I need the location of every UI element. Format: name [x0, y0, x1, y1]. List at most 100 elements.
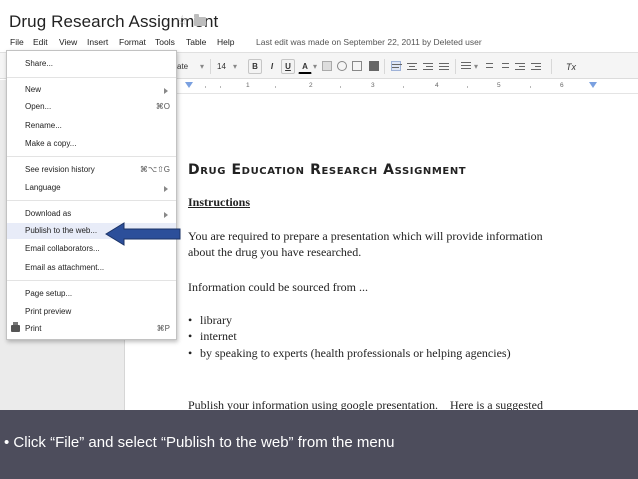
list-item: library [188, 313, 232, 328]
underline-button[interactable]: U [281, 59, 295, 74]
menu-help[interactable]: Help [217, 37, 234, 47]
ruler-tick [403, 86, 404, 88]
title-bar: Drug Research Assignment ☆ [0, 0, 638, 34]
file-menu-dropdown: Share... New Open... ⌘O Rename... Make a… [6, 50, 177, 340]
caption-text: Click “File” and select “Publish to the … [4, 434, 394, 451]
ruler-tick [340, 86, 341, 88]
menu-item-make-copy[interactable]: Make a copy... [7, 136, 176, 152]
folder-icon[interactable] [194, 14, 206, 26]
toolbar-separator [551, 59, 552, 74]
clear-formatting-icon[interactable]: Tx [566, 62, 576, 72]
ruler-number: 5 [497, 82, 501, 89]
menu-item-label: See revision history [25, 165, 95, 174]
menu-divider [7, 77, 176, 78]
italic-button[interactable]: I [265, 59, 279, 74]
numbered-list-icon[interactable] [483, 61, 493, 71]
menu-edit[interactable]: Edit [33, 37, 48, 47]
menu-item-new[interactable]: New [7, 82, 176, 98]
line-spacing-icon[interactable] [461, 61, 471, 71]
submenu-arrow-icon [164, 88, 168, 94]
menu-divider [7, 156, 176, 157]
menu-item-email-attachment[interactable]: Email as attachment... [7, 260, 176, 276]
ruler-number: 4 [435, 82, 439, 89]
bulleted-list-icon[interactable] [499, 61, 509, 71]
list-item: internet [188, 329, 237, 344]
style-dropdown-icon[interactable]: ▾ [200, 62, 204, 71]
pointer-arrow-icon [105, 222, 181, 246]
document-heading: Drug Education Research Assignment [188, 162, 467, 178]
paragraph-line: You are required to prepare a presentati… [188, 229, 543, 243]
toolbar-separator [455, 59, 456, 74]
menu-item-label: Rename... [25, 121, 62, 130]
last-edit-status[interactable]: Last edit was made on September 22, 2011… [256, 37, 482, 47]
text-color-dropdown-icon[interactable]: ▾ [313, 62, 317, 71]
menu-item-label: Download as [25, 209, 72, 218]
bold-button[interactable]: B [248, 59, 262, 74]
font-size-select[interactable]: 14 [217, 62, 226, 71]
menu-item-shortcut: ⌘⌥⇧G [139, 165, 170, 174]
menu-item-label: New [25, 85, 42, 94]
left-indent-marker[interactable] [185, 82, 193, 88]
comment-icon[interactable] [352, 61, 362, 71]
ruler-tick [205, 86, 206, 88]
menu-tools[interactable]: Tools [155, 37, 175, 47]
ruler-tick [275, 86, 276, 88]
decrease-indent-icon[interactable] [515, 61, 525, 71]
font-size-dropdown-icon[interactable]: ▾ [233, 62, 237, 71]
menu-item-print-preview[interactable]: Print preview [7, 304, 176, 320]
menu-item-label: Language [25, 183, 61, 192]
paragraph: Information could be sourced from ... [188, 280, 368, 294]
text-color-button[interactable]: A [298, 59, 312, 74]
menu-item-page-setup[interactable]: Page setup... [7, 286, 176, 302]
align-center-icon[interactable] [407, 61, 417, 71]
printer-icon [11, 322, 20, 332]
menu-item-label: Email collaborators... [25, 244, 100, 253]
align-justify-icon[interactable] [439, 61, 449, 71]
menu-item-rename[interactable]: Rename... [7, 118, 176, 134]
menu-file[interactable]: File [10, 37, 24, 47]
style-select[interactable]: ate [177, 62, 188, 71]
instruction-caption: Click “File” and select “Publish to the … [0, 410, 638, 479]
ruler-number: 3 [371, 82, 375, 89]
align-left-icon[interactable] [391, 61, 402, 71]
submenu-arrow-icon [164, 186, 168, 192]
menu-item-label: Email as attachment... [25, 263, 105, 272]
menu-item-share[interactable]: Share... [7, 56, 176, 72]
increase-indent-icon[interactable] [531, 61, 541, 71]
menu-item-open[interactable]: Open... ⌘O [7, 99, 176, 115]
link-icon[interactable] [337, 61, 347, 71]
menu-divider [7, 280, 176, 281]
toolbar-separator [210, 59, 211, 74]
star-icon[interactable]: ☆ [176, 12, 189, 29]
menu-view[interactable]: View [59, 37, 77, 47]
ruler-number: 1 [246, 82, 250, 89]
document-page[interactable]: Drug Education Research Assignment Instr… [126, 95, 638, 412]
menu-item-label: Page setup... [25, 289, 73, 298]
list-item: by speaking to experts (health professio… [188, 346, 511, 361]
menu-item-revision-history[interactable]: See revision history ⌘⌥⇧G [7, 162, 176, 178]
menu-item-language[interactable]: Language [7, 180, 176, 196]
menu-item-download-as[interactable]: Download as [7, 206, 176, 222]
menu-item-label: Open... [25, 102, 52, 111]
menu-item-label: Make a copy... [25, 139, 77, 148]
ruler-number: 2 [309, 82, 313, 89]
image-icon[interactable] [369, 61, 379, 71]
menu-insert[interactable]: Insert [87, 37, 108, 47]
ruler-tick [467, 86, 468, 88]
menu-divider [7, 200, 176, 201]
align-right-icon[interactable] [423, 61, 433, 71]
highlight-color-icon[interactable] [322, 61, 332, 71]
menu-item-label: Print [25, 324, 42, 333]
instructions-heading: Instructions [188, 195, 251, 209]
right-indent-marker[interactable] [589, 82, 597, 88]
menu-item-print[interactable]: Print ⌘P [7, 321, 176, 337]
menu-item-shortcut: ⌘P [156, 324, 170, 333]
menu-table[interactable]: Table [186, 37, 206, 47]
menu-item-shortcut: ⌘O [155, 102, 170, 111]
ruler: 1 2 3 4 5 6 [125, 80, 638, 94]
ruler-tick [530, 86, 531, 88]
menu-item-label: Print preview [25, 307, 72, 316]
menu-format[interactable]: Format [119, 37, 146, 47]
line-spacing-dropdown-icon[interactable]: ▾ [474, 62, 478, 71]
paragraph-line: about the drug you have researched. [188, 245, 362, 259]
